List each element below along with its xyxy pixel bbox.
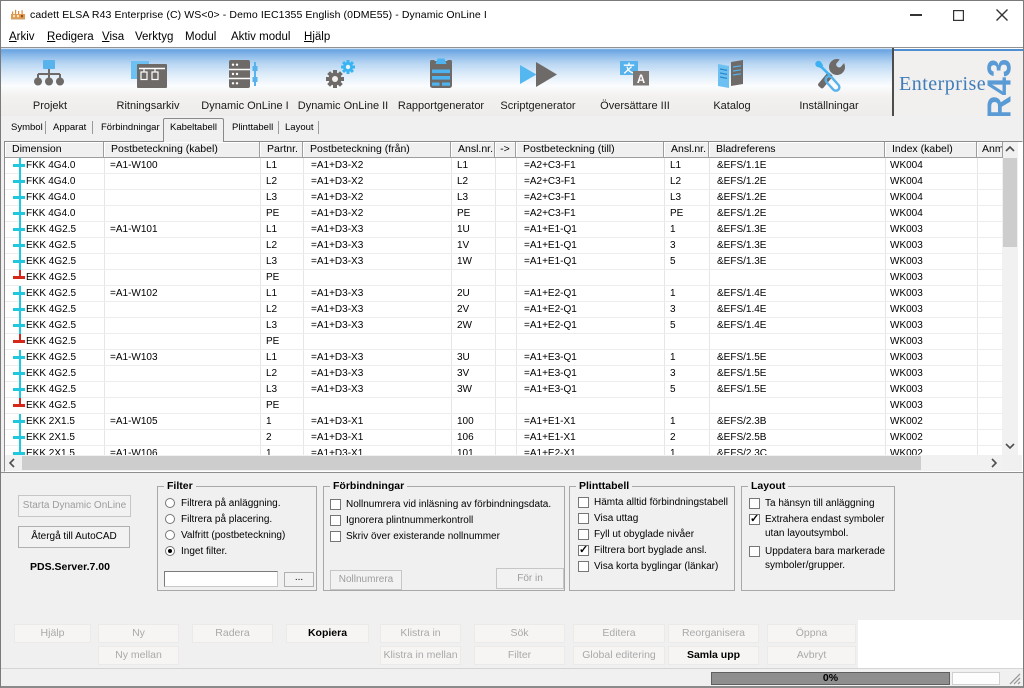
svg-text:A: A — [637, 74, 645, 86]
